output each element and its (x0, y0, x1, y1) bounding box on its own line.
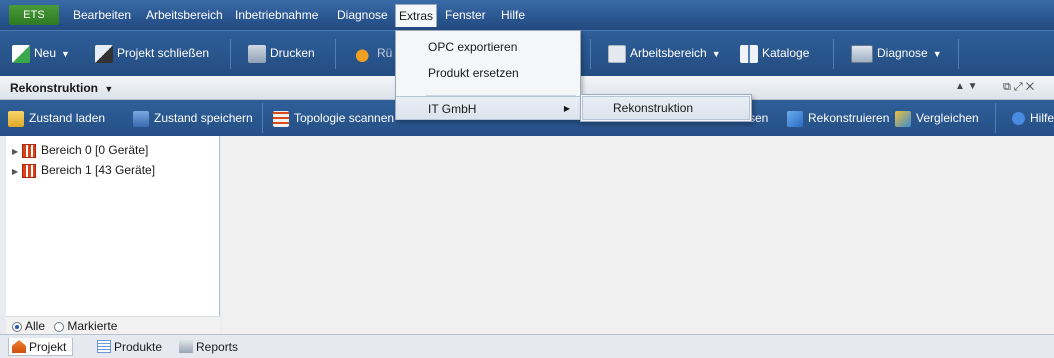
diagnose-icon (851, 44, 873, 63)
menu-hilfe[interactable]: Hilfe (501, 7, 525, 23)
main-content-area (221, 136, 1054, 334)
chevron-down-icon: ▼ (932, 49, 942, 59)
scan-topology-label: Topologie scannen (294, 111, 395, 125)
reconstruct-icon (787, 110, 803, 127)
toolbar-divider (262, 103, 263, 133)
scroll-arrows-icon[interactable]: ▲ ▼ (955, 81, 978, 92)
tree-item[interactable]: ▶ Bereich 1 [43 Geräte] (12, 162, 155, 180)
chevron-down-icon: ▼ (104, 84, 114, 94)
reconstruct-label: Rekonstruieren (808, 111, 890, 125)
close-project-label: Projekt schließen (117, 46, 210, 60)
chevron-down-icon: ▼ (61, 49, 70, 59)
extras-dropdown-menu: OPC exportieren Produkt ersetzen IT GmbH… (395, 30, 581, 120)
toolbar-divider (335, 39, 336, 69)
print-label: Drucken (270, 46, 315, 60)
menu-fenster[interactable]: Fenster (445, 7, 486, 23)
workspace-icon (608, 44, 626, 63)
tab-reports[interactable]: Reports (176, 338, 244, 356)
help-button[interactable]: Hilfe (1012, 110, 1054, 126)
menu-arbeitsbereich[interactable]: Arbeitsbereich (146, 7, 223, 23)
undo-button[interactable]: Rü (355, 44, 392, 63)
menu-item-it-gmbh-label: IT GmbH (428, 102, 477, 116)
diagnose-label: Diagnose (877, 46, 928, 60)
radio-selected-icon (12, 321, 22, 332)
building-area-icon (22, 163, 36, 178)
load-state-button[interactable]: Zustand laden (8, 110, 105, 127)
toolbar-divider (995, 103, 996, 133)
help-label: Hilfe (1030, 111, 1054, 125)
filter-all-option[interactable]: Alle (12, 319, 45, 333)
toolbar-divider (230, 39, 231, 69)
new-label: Neu (34, 46, 57, 60)
panel-title[interactable]: Rekonstruktion ▼ (10, 81, 113, 95)
panel-title-label: Rekonstruktion (10, 81, 99, 95)
toolbar-divider (590, 39, 591, 69)
reconstruct-button[interactable]: Rekonstruieren (787, 110, 889, 127)
compare-label: Vergleichen (916, 111, 979, 125)
folder-icon (8, 110, 24, 127)
catalogs-label: Kataloge (762, 46, 810, 60)
it-gmbh-submenu: Rekonstruktion (580, 94, 752, 122)
menu-item-opc-export[interactable]: OPC exportieren (396, 35, 580, 59)
expand-arrow-icon[interactable]: ▶ (12, 164, 22, 180)
close-project-icon (95, 44, 113, 63)
scan-topology-button[interactable]: Topologie scannen (273, 110, 394, 127)
catalogs-button[interactable]: Kataloge (740, 44, 809, 63)
menu-inbetriebnahme[interactable]: Inbetriebnahme (235, 7, 318, 23)
help-icon (1012, 112, 1025, 126)
tree-item-label: Bereich 0 [0 Geräte] (41, 143, 149, 157)
workspace-button[interactable]: Arbeitsbereich ▼ (608, 44, 721, 63)
chevron-down-icon: ▼ (711, 49, 721, 59)
products-icon (97, 340, 111, 353)
menu-diagnose[interactable]: Diagnose (337, 7, 388, 23)
tab-label: Reports (196, 340, 239, 354)
tab-label: Projekt (29, 340, 67, 354)
save-state-label: Zustand speichern (154, 111, 253, 125)
window-controls-icon[interactable]: ⧉ ⤢ ✕ (1003, 81, 1034, 94)
tree-panel: ▶ Bereich 0 [0 Geräte] ▶ Bereich 1 [43 Ger… (6, 136, 220, 316)
toolbar-divider (958, 39, 959, 69)
diagnose-button[interactable]: Diagnose ▼ (851, 44, 942, 63)
menu-extras[interactable]: Extras (395, 4, 438, 27)
tree-item[interactable]: ▶ Bereich 0 [0 Geräte] (12, 142, 148, 160)
topology-icon (273, 110, 289, 127)
ets-app-button[interactable]: ETS (9, 5, 59, 25)
toolbar-divider (833, 39, 834, 69)
menu-item-replace-product[interactable]: Produkt ersetzen (396, 61, 580, 85)
menu-item-rekonstruktion[interactable]: Rekonstruktion (582, 96, 750, 120)
new-icon (12, 44, 30, 63)
filter-all-label: Alle (25, 319, 46, 333)
tab-projekt[interactable]: Projekt (8, 338, 74, 356)
printer-icon (248, 44, 266, 63)
bottom-tabs: Projekt Produkte Reports (0, 334, 1054, 358)
radio-icon (54, 321, 65, 332)
expand-arrow-icon[interactable]: ▶ (12, 144, 22, 160)
menu-bar: ETS Bearbeiten Arbeitsbereich Inbetriebn… (0, 0, 1054, 30)
undo-icon (355, 44, 373, 63)
load-state-label: Zustand laden (29, 111, 106, 125)
home-icon (12, 340, 26, 353)
filter-marked-label: Markierte (67, 319, 118, 333)
menu-item-it-gmbh[interactable]: IT GmbH ▶ (396, 96, 580, 120)
save-icon (133, 110, 149, 127)
report-printer-icon (179, 340, 193, 353)
tree-item-label: Bereich 1 [43 Geräte] (41, 163, 156, 177)
compare-icon (895, 110, 911, 127)
building-area-icon (22, 143, 36, 158)
workspace-label: Arbeitsbereich (630, 46, 707, 60)
filter-radio-group: Alle Markierte (6, 316, 220, 334)
close-project-button[interactable]: Projekt schließen (95, 44, 209, 63)
filter-marked-option[interactable]: Markierte (54, 319, 117, 333)
new-button[interactable]: Neu ▼ (12, 44, 70, 63)
tab-produkte[interactable]: Produkte (94, 338, 168, 356)
save-state-button[interactable]: Zustand speichern (133, 110, 253, 127)
undo-label: Rü (377, 46, 393, 60)
compare-button[interactable]: Vergleichen (895, 110, 979, 127)
catalog-icon (740, 44, 758, 63)
submenu-arrow-icon: ▶ (563, 104, 570, 113)
menu-bearbeiten[interactable]: Bearbeiten (73, 7, 131, 23)
print-button[interactable]: Drucken (248, 44, 315, 63)
tab-label: Produkte (114, 340, 163, 354)
